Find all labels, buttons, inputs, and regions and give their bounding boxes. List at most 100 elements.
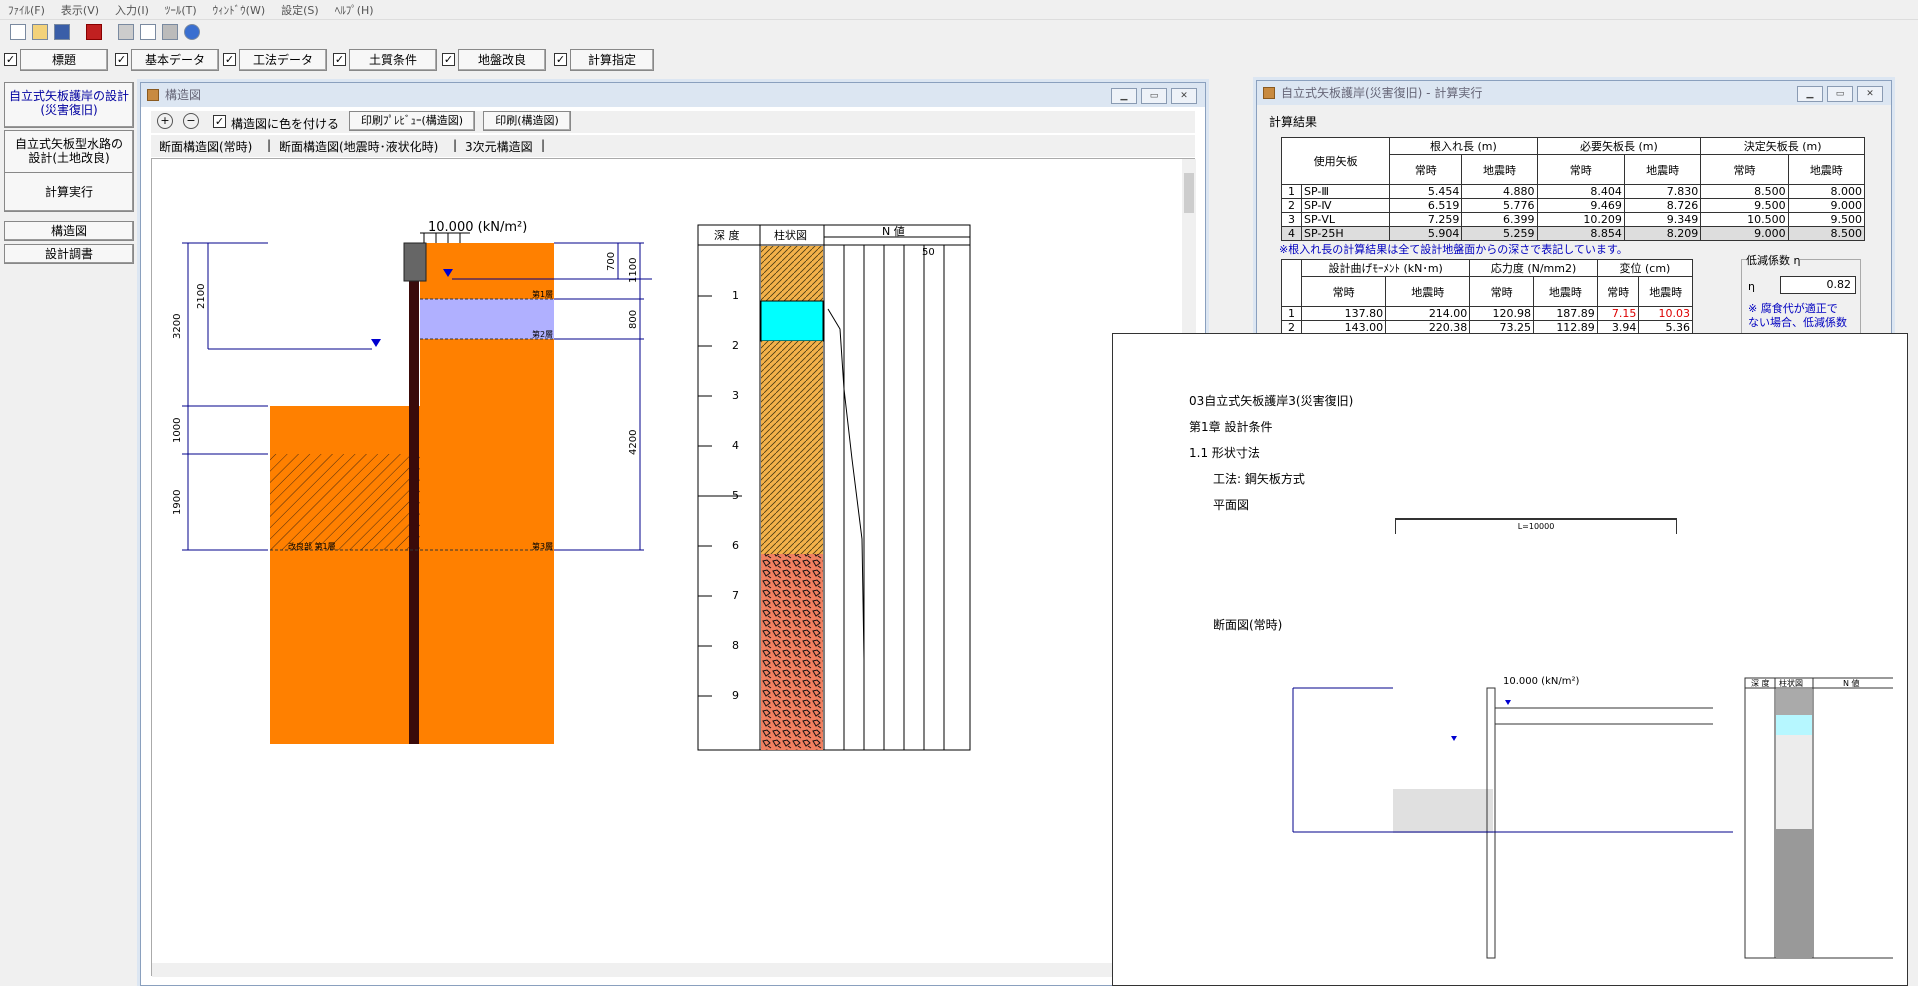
cell: 8.209 bbox=[1623, 226, 1702, 241]
window-app-icon bbox=[147, 89, 159, 101]
preview-plan-bar: L=10000 bbox=[1395, 518, 1677, 534]
calc-maximize-button[interactable]: ▭ bbox=[1827, 86, 1853, 102]
preview-improved bbox=[1393, 789, 1493, 833]
calc-window-icon bbox=[1263, 87, 1275, 99]
row-name: SP-Ⅲ bbox=[1300, 184, 1391, 199]
open-folder-icon[interactable] bbox=[32, 24, 48, 40]
menu-file[interactable]: ﾌｧｲﾙ(F) bbox=[0, 0, 53, 18]
title-checkbox[interactable]: ✓ bbox=[4, 53, 17, 66]
color-checkbox[interactable]: ✓ bbox=[213, 115, 226, 128]
calc-run-button[interactable]: 計算実行 bbox=[4, 172, 134, 212]
result-table: 使用矢板 根入れ長 (m) 必要矢板長 (m) 決定矢板長 (m) 常時 地震時 … bbox=[1280, 137, 1866, 241]
depth-5: 5 bbox=[732, 489, 739, 502]
minimize-button[interactable]: ▁ bbox=[1111, 88, 1137, 104]
print-button[interactable]: 印刷(構造図) bbox=[483, 111, 571, 131]
cell: 7.259 bbox=[1389, 212, 1463, 227]
hdr-eq-1: 地震時 bbox=[1461, 154, 1538, 185]
improved-label: 改良部 第1層 bbox=[288, 541, 336, 551]
preview-depth-header: 深 度 bbox=[1751, 678, 1770, 688]
row-no: 3 bbox=[1281, 212, 1302, 227]
design-revetment-button[interactable]: 自立式矢板護岸の設計 (災害復旧) bbox=[4, 82, 134, 128]
basic-data-checkbox[interactable]: ✓ bbox=[115, 53, 128, 66]
menu-view[interactable]: 表示(V) bbox=[53, 0, 107, 18]
dim-800: 800 bbox=[628, 310, 639, 329]
preview-load: 10.000 (kN/m²) bbox=[1503, 676, 1579, 687]
preview-method: 工法: 鋼矢板方式 bbox=[1213, 472, 1305, 486]
ground-improve-button[interactable]: 地盤改良 bbox=[458, 49, 546, 71]
calc-setting-button[interactable]: 計算指定 bbox=[570, 49, 654, 71]
method-data-button[interactable]: 工法データ bbox=[239, 49, 327, 71]
design-channel-button[interactable]: 自立式矢板型水路の 設計(土地改良) bbox=[4, 130, 134, 174]
tab-section-normal[interactable]: 断面構造図(常時) bbox=[159, 138, 252, 155]
reduce-note2: ない場合、低減係数 bbox=[1748, 316, 1847, 329]
structure-drawing-window: 構造図 ▁ ▭ ✕ + − ✓ 構造図に色を付ける 印刷ﾌﾟﾚﾋﾞｭｰ(構造図)… bbox=[140, 82, 1206, 986]
window-title: 構造図 bbox=[141, 83, 1205, 107]
ground-improve-checkbox[interactable]: ✓ bbox=[442, 53, 455, 66]
preview-chapter: 第1章 設計条件 bbox=[1189, 420, 1273, 434]
depth-1: 1 bbox=[732, 289, 739, 302]
preview-column-header: 柱状図 bbox=[1779, 678, 1803, 688]
cell: 9.500 bbox=[1787, 212, 1866, 227]
new-file-icon[interactable] bbox=[10, 24, 26, 40]
table-row[interactable]: 3 SP-ⅤL 7.259 6.399 10.209 9.349 10.500 9.500 bbox=[1281, 212, 1866, 227]
menu-window[interactable]: ｳｨﾝﾄﾞｳ(W) bbox=[205, 0, 273, 18]
table-row[interactable]: 1 SP-Ⅲ 5.454 4.880 8.404 7.830 8.500 8.000 bbox=[1281, 184, 1866, 199]
reduce-group: 低減係数 η η 0.82 ※ 腐食代が適正で ない場合、低減係数 bbox=[1741, 252, 1861, 343]
row-no: 4 bbox=[1281, 226, 1302, 241]
preview-section-title: 断面図(常時) bbox=[1213, 618, 1283, 632]
soil-conditions-button[interactable]: 土質条件 bbox=[349, 49, 437, 71]
menu-input[interactable]: 入力(I) bbox=[107, 0, 157, 18]
method-data-checkbox[interactable]: ✓ bbox=[223, 53, 236, 66]
app-logo-icon[interactable] bbox=[86, 24, 102, 40]
color-checkbox-label: 構造図に色を付ける bbox=[231, 117, 340, 131]
title-button[interactable]: 標題 bbox=[20, 49, 108, 71]
save-icon[interactable] bbox=[54, 24, 70, 40]
table-row[interactable]: 2 SP-Ⅳ 6.519 5.776 9.469 8.726 9.500 9.000 bbox=[1281, 198, 1866, 213]
col-sheet-header: 使用矢板 bbox=[1280, 137, 1391, 185]
menu-help[interactable]: ﾍﾙﾌﾟ(H) bbox=[327, 0, 382, 18]
hdr2-normal-2: 常時 bbox=[1469, 276, 1535, 307]
boring-log-frame bbox=[697, 224, 971, 751]
tab-3d[interactable]: 3次元構造図 bbox=[465, 138, 533, 155]
hdr-eq-2: 地震時 bbox=[1623, 154, 1702, 185]
design-report-button[interactable]: 設計調書 bbox=[4, 244, 134, 264]
drawing-tools: + − ✓ 構造図に色を付ける 印刷ﾌﾟﾚﾋﾞｭｰ(構造図) 印刷(構造図) bbox=[151, 111, 1195, 133]
close-button[interactable]: ✕ bbox=[1171, 88, 1197, 104]
print-icon[interactable] bbox=[118, 24, 134, 40]
eta-input[interactable]: 0.82 bbox=[1780, 276, 1856, 294]
basic-data-button[interactable]: 基本データ bbox=[131, 49, 219, 71]
toolbar bbox=[0, 20, 1918, 46]
tab-section-earthquake[interactable]: 断面構造図(地震時･液状化時) bbox=[279, 138, 438, 155]
menu-settings[interactable]: 設定(S) bbox=[273, 0, 327, 18]
dim-2100: 2100 bbox=[196, 284, 207, 309]
structure-drawing-button[interactable]: 構造図 bbox=[4, 221, 134, 241]
dim-3200: 3200 bbox=[172, 314, 183, 339]
cell: 137.80 bbox=[1300, 306, 1387, 321]
horizontal-scrollbar[interactable] bbox=[152, 963, 1196, 977]
calc-close-button[interactable]: ✕ bbox=[1857, 86, 1883, 102]
soil-checkbox[interactable]: ✓ bbox=[333, 53, 346, 66]
calc-setting-checkbox[interactable]: ✓ bbox=[554, 53, 567, 66]
print-preview-button[interactable]: 印刷ﾌﾟﾚﾋﾞｭｰ(構造図) bbox=[349, 111, 475, 131]
calc-minimize-button[interactable]: ▁ bbox=[1797, 86, 1823, 102]
zoom-out-icon[interactable]: − bbox=[183, 113, 199, 129]
preview-section-svg: 10.000 (kN/m²) 深 度 柱状図 N 値 bbox=[1292, 676, 1893, 959]
input-button-row: ✓ 標題 ✓ 基本データ ✓ 工法データ ✓ 土質条件 ✓ 地盤改良 ✓ 計算指… bbox=[0, 46, 1918, 74]
maximize-button[interactable]: ▭ bbox=[1141, 88, 1167, 104]
menu-tools[interactable]: ﾂｰﾙ(T) bbox=[157, 0, 205, 18]
table-row[interactable]: 1 137.80 214.00 120.98 187.89 7.15 10.03 bbox=[1281, 306, 1693, 321]
cell: 9.469 bbox=[1536, 198, 1625, 213]
printer-setup-icon[interactable] bbox=[162, 24, 178, 40]
cell: 10.500 bbox=[1700, 212, 1789, 227]
group-displacement: 変位 (cm) bbox=[1596, 259, 1694, 277]
cell: 8.500 bbox=[1787, 226, 1866, 241]
zoom-in-icon[interactable]: + bbox=[157, 113, 173, 129]
depth-9: 9 bbox=[732, 689, 739, 702]
cell: 8.404 bbox=[1536, 184, 1625, 199]
help-icon[interactable] bbox=[184, 24, 200, 40]
cell: 187.89 bbox=[1533, 306, 1598, 321]
print-preview-icon[interactable] bbox=[140, 24, 156, 40]
table-row-selected[interactable]: 4 SP-25H 5.904 5.259 8.854 8.209 9.000 8.500 bbox=[1281, 226, 1866, 241]
reduce-label: 低減係数 η bbox=[1746, 252, 1801, 268]
layer2-label: 第2層 bbox=[532, 329, 553, 339]
